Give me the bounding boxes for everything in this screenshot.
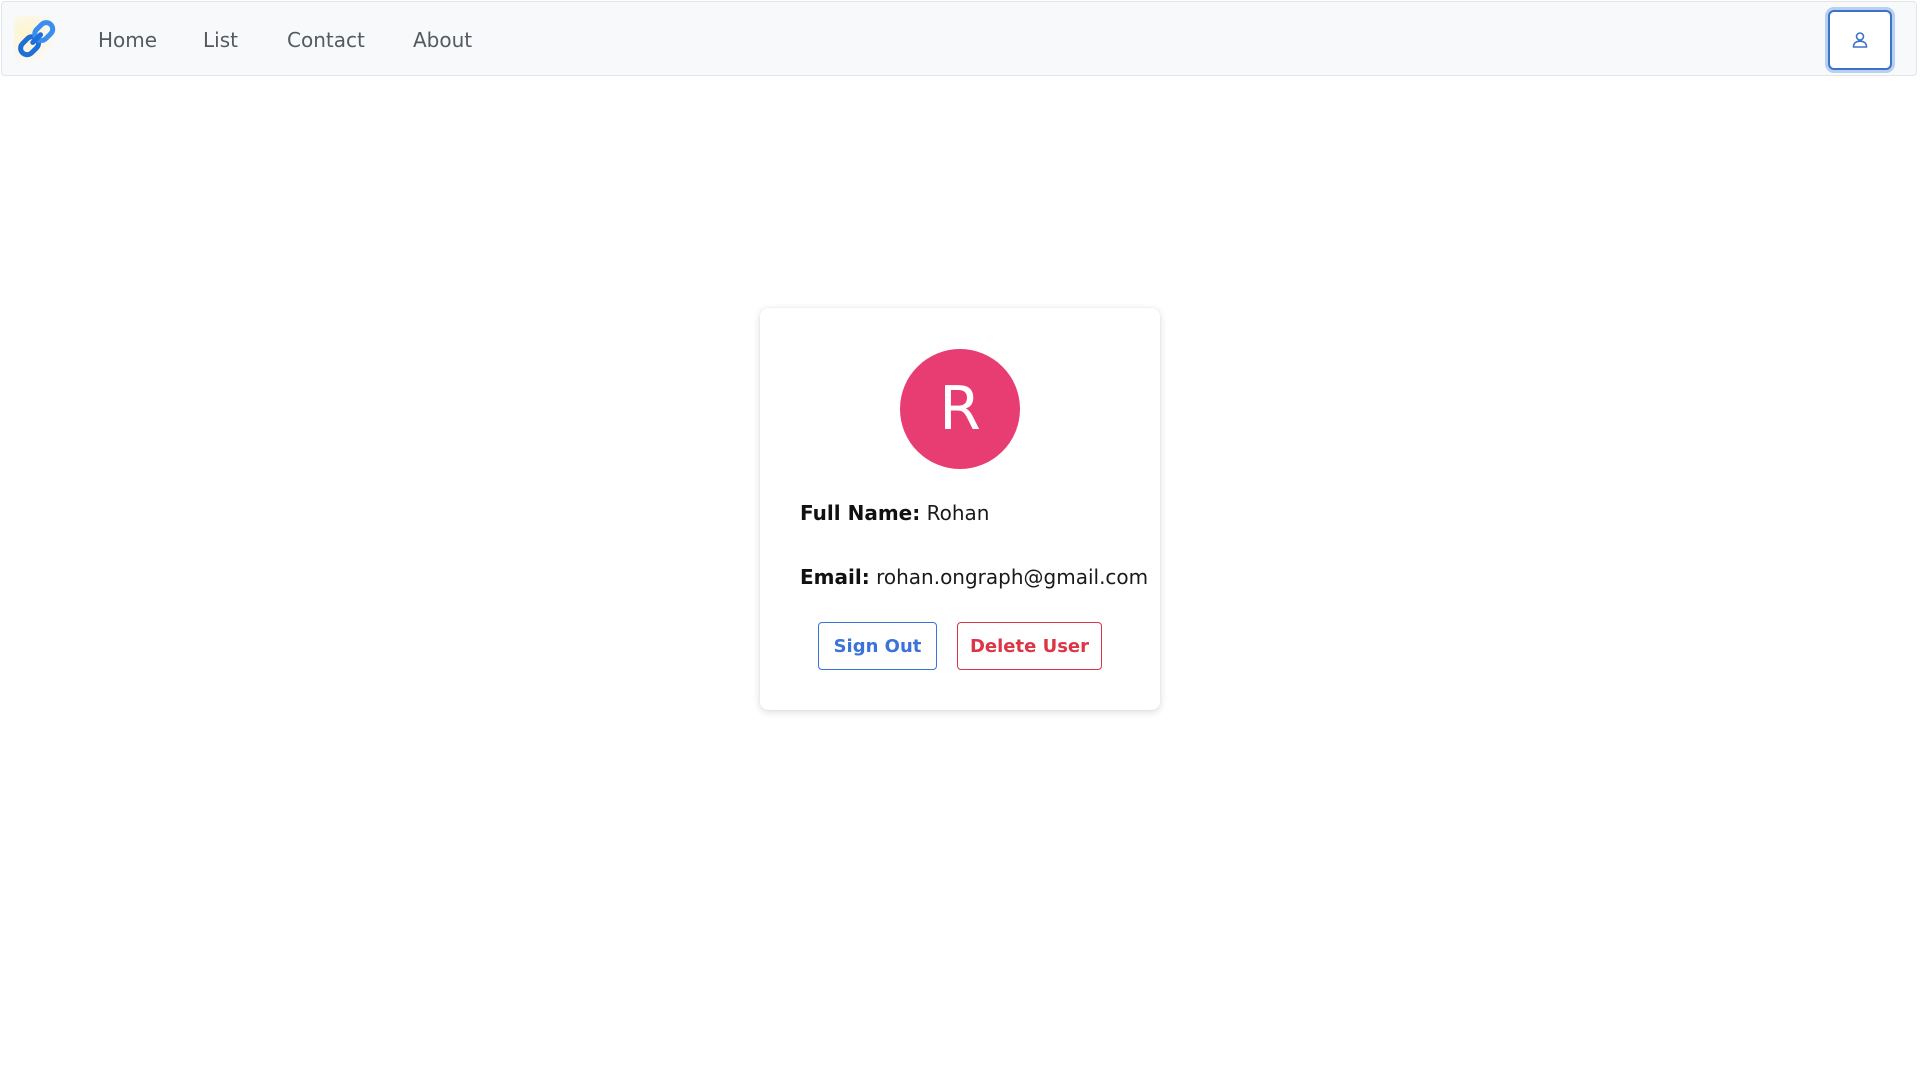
sign-out-button[interactable]: Sign Out xyxy=(818,622,937,670)
nav-link-contact[interactable]: Contact xyxy=(287,26,365,54)
chain-link-icon xyxy=(18,20,56,58)
brand-logo[interactable] xyxy=(14,16,60,62)
delete-user-button[interactable]: Delete User xyxy=(957,622,1102,670)
email-row: Email: rohan.ongraph@gmail.com xyxy=(800,564,1148,590)
nav-link-home[interactable]: Home xyxy=(98,26,157,54)
avatar: R xyxy=(900,349,1020,469)
profile-card: R Full Name: Rohan Email: rohan.ongraph@… xyxy=(760,308,1160,710)
nav-link-about[interactable]: About xyxy=(413,26,472,54)
full-name-row: Full Name: Rohan xyxy=(800,500,989,526)
top-navbar: Home List Contact About xyxy=(1,1,1917,76)
user-icon xyxy=(1852,32,1868,48)
email-value: rohan.ongraph@gmail.com xyxy=(876,565,1149,589)
full-name-value: Rohan xyxy=(926,501,990,525)
profile-button[interactable] xyxy=(1828,10,1892,70)
nav-link-list[interactable]: List xyxy=(203,26,238,54)
email-label: Email: xyxy=(800,565,870,589)
full-name-label: Full Name: xyxy=(800,501,921,525)
